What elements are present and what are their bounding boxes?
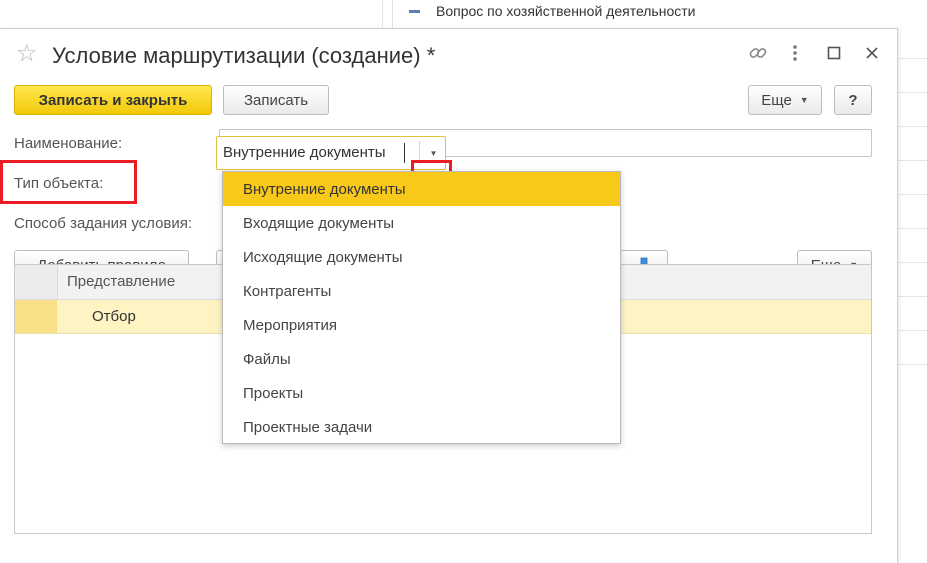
- background-row-line: [897, 364, 927, 365]
- dialog-title: Условие маршрутизации (создание) *: [52, 43, 436, 68]
- chevron-down-icon: ▼: [799, 95, 809, 105]
- list-item-marker-icon: [409, 9, 420, 13]
- dropdown-option[interactable]: Исходящие документы: [223, 240, 620, 274]
- background-row-line: [897, 296, 927, 297]
- dropdown-option[interactable]: Проектные задачи: [223, 410, 620, 444]
- dialog-titlebar: ☆ Условие маршрутизации (создание) *: [0, 29, 897, 85]
- more-vertical-icon[interactable]: [783, 41, 807, 65]
- object-type-dropdown: Внутренние документы Входящие документы …: [222, 171, 621, 444]
- condition-method-label: Способ задания условия:: [14, 215, 193, 232]
- dropdown-option[interactable]: Проекты: [223, 376, 620, 410]
- row-marker: [15, 300, 57, 333]
- background-row-line: [897, 262, 927, 263]
- maximize-icon[interactable]: [822, 41, 846, 65]
- dropdown-option[interactable]: Файлы: [223, 342, 620, 376]
- name-label: Наименование:: [14, 135, 123, 152]
- background-list-item-label: Вопрос по хозяйственной деятельности: [436, 3, 696, 19]
- background-row-line: [897, 160, 927, 161]
- more-actions-label: Еще: [761, 91, 792, 109]
- background-row-line: [897, 126, 927, 127]
- dropdown-option[interactable]: Внутренние документы: [223, 172, 620, 206]
- help-button[interactable]: ?: [834, 85, 872, 115]
- highlight-object-type-label: [0, 160, 137, 204]
- table-cell: Отбор: [92, 308, 136, 325]
- save-button[interactable]: Записать: [223, 85, 329, 115]
- dropdown-option[interactable]: Мероприятия: [223, 308, 620, 342]
- background-list-item[interactable]: Вопрос по хозяйственной деятельности: [393, 0, 927, 22]
- background-row-line: [897, 58, 927, 59]
- more-actions-button[interactable]: Еще ▼: [748, 85, 822, 115]
- background-row-line: [897, 330, 927, 331]
- text-cursor: [404, 143, 405, 163]
- object-type-value: Внутренние документы: [223, 144, 386, 161]
- save-and-close-button[interactable]: Записать и закрыть: [14, 85, 212, 115]
- link-icon[interactable]: [746, 41, 770, 65]
- column-header-representation[interactable]: Представление: [67, 273, 175, 290]
- background-row-line: [897, 92, 927, 93]
- close-icon[interactable]: [860, 41, 884, 65]
- dropdown-option[interactable]: Входящие документы: [223, 206, 620, 240]
- star-icon[interactable]: ☆: [16, 42, 38, 66]
- dropdown-option[interactable]: Контрагенты: [223, 274, 620, 308]
- background-row-line: [897, 194, 927, 195]
- background-row-line: [897, 228, 927, 229]
- table-header-corner: [15, 265, 58, 299]
